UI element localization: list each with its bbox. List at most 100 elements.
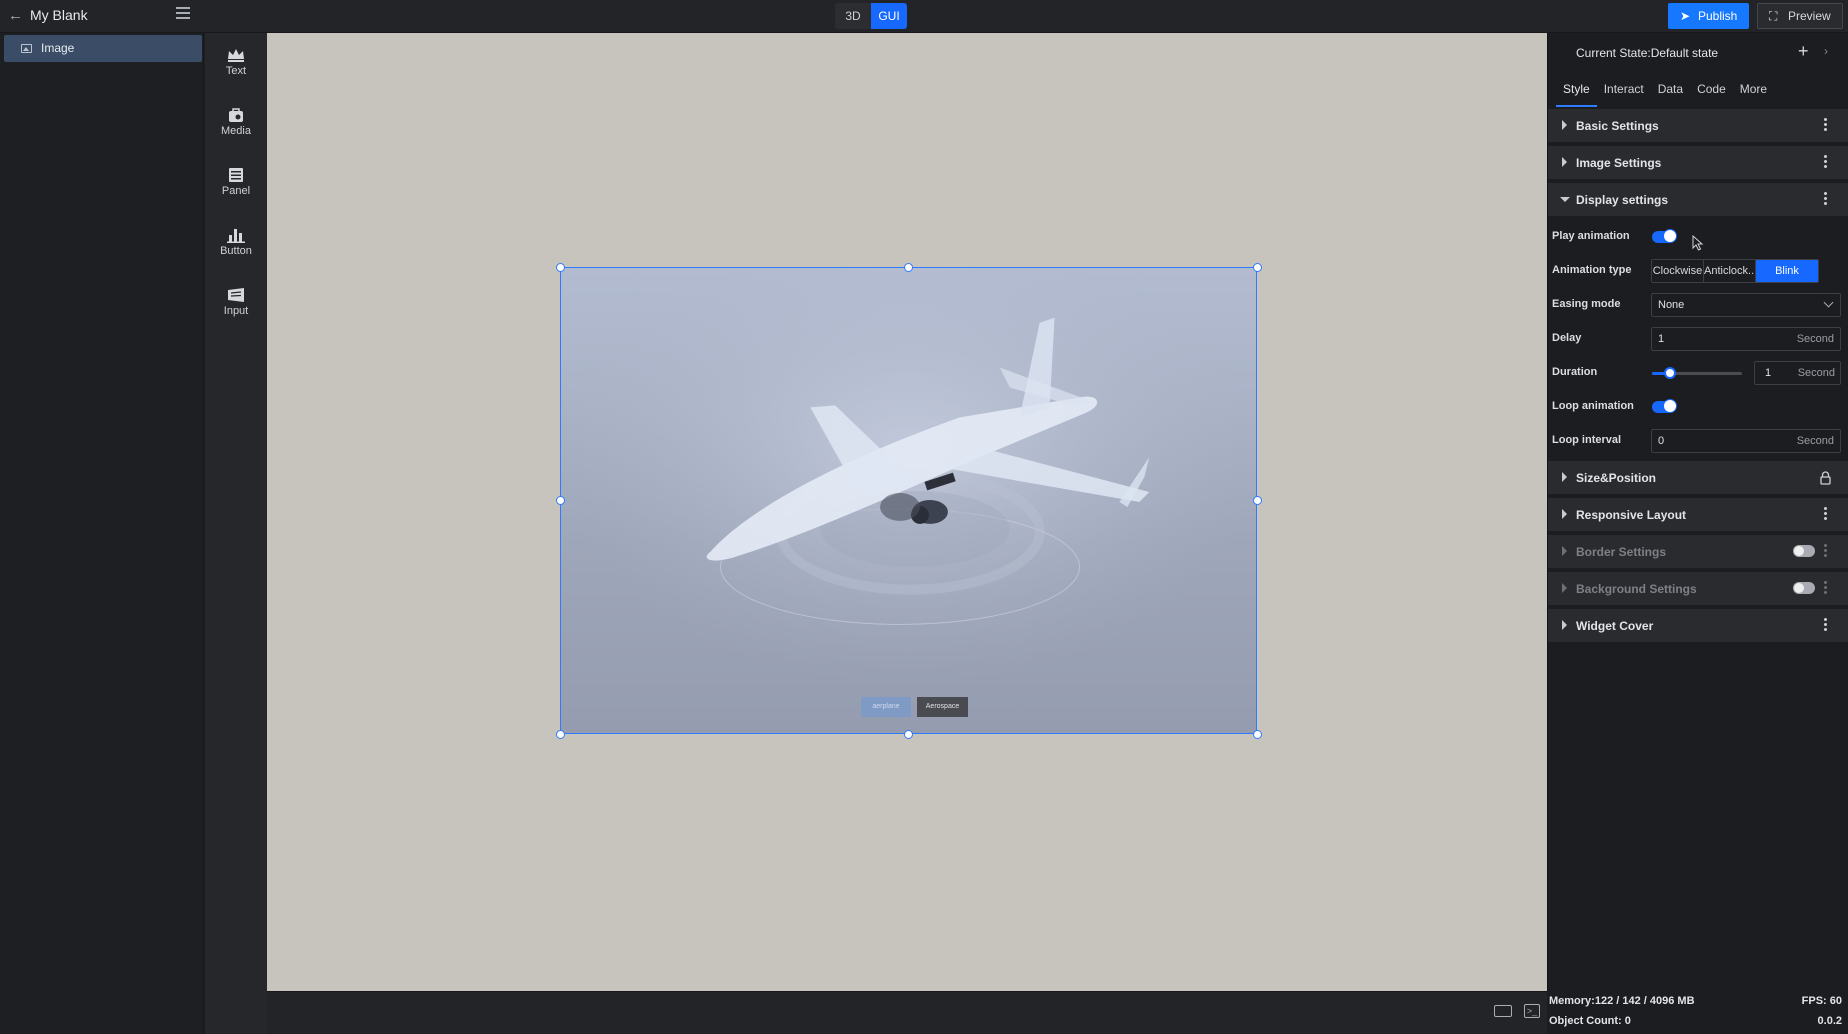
caret-right-icon [1562, 583, 1567, 593]
loop-interval-value: 0 [1658, 435, 1665, 447]
loop-animation-toggle[interactable] [1652, 400, 1676, 413]
resize-handle-left[interactable] [556, 496, 565, 505]
row-animation-type: Animation type Clockwise Anticlock... Bl… [1548, 256, 1848, 286]
widget-button[interactable]: Button [205, 213, 267, 265]
fullscreen-icon: ⛶ [1769, 9, 1778, 23]
mode-3d-button[interactable]: 3D [835, 3, 871, 29]
row-duration: Duration 1 Second [1548, 358, 1848, 388]
more-vertical-icon[interactable] [1824, 118, 1828, 134]
play-animation-toggle[interactable] [1652, 230, 1676, 243]
loop-interval-input[interactable]: 0 Second [1651, 429, 1841, 453]
resize-handle-bottom-right[interactable] [1253, 730, 1262, 739]
memory-readout: Memory:122 / 142 / 4096 MB [1549, 995, 1695, 1007]
section-label: Size&Position [1576, 471, 1657, 485]
animation-type-blink[interactable]: Blink [1756, 260, 1818, 282]
object-count: Object Count: 0 [1549, 1015, 1631, 1027]
delay-input[interactable]: 1 Second [1651, 327, 1841, 351]
widget-panel[interactable]: Panel [205, 153, 267, 205]
tab-style[interactable]: Style [1556, 79, 1597, 107]
plus-icon[interactable]: + [1798, 41, 1809, 62]
image-icon [21, 44, 32, 53]
widget-text[interactable]: Text [205, 33, 267, 85]
more-vertical-icon[interactable] [1824, 155, 1828, 171]
resize-handle-bottom-left[interactable] [556, 730, 565, 739]
widget-input[interactable]: Input [205, 273, 267, 325]
loop-interval-label: Loop interval [1552, 434, 1622, 446]
animation-type-anticlockwise[interactable]: Anticlock... [1704, 260, 1756, 282]
mode-gui-button[interactable]: GUI [871, 3, 907, 29]
layer-item-image[interactable]: Image [4, 35, 202, 62]
section-label: Widget Cover [1576, 619, 1654, 633]
caret-right-icon [1562, 509, 1567, 519]
row-easing-mode: Easing mode None [1548, 290, 1848, 320]
section-responsive-layout[interactable]: Responsive Layout [1548, 497, 1848, 531]
duration-slider-knob[interactable] [1664, 367, 1676, 379]
delay-value: 1 [1658, 333, 1665, 345]
image-button-aerospace[interactable]: Aerospace [917, 697, 968, 717]
background-settings-toggle[interactable] [1793, 582, 1815, 594]
more-vertical-icon[interactable] [1824, 544, 1828, 560]
terminal-icon[interactable]: >_ [1524, 1004, 1540, 1018]
tab-data[interactable]: Data [1651, 79, 1690, 107]
widget-label: Input [223, 305, 249, 317]
tab-code[interactable]: Code [1690, 79, 1733, 107]
image-widget[interactable] [560, 267, 1257, 734]
preview-button[interactable]: ⛶ Preview [1757, 3, 1843, 29]
more-vertical-icon[interactable] [1824, 581, 1828, 597]
section-label: Responsive Layout [1576, 508, 1687, 522]
caret-right-icon [1562, 546, 1567, 556]
fps-readout: FPS: 60 [1801, 995, 1842, 1007]
section-size-position[interactable]: Size&Position [1548, 460, 1848, 494]
resize-handle-right[interactable] [1253, 496, 1262, 505]
mode-toggle: 3D GUI [835, 3, 907, 29]
airplane-image [561, 268, 1256, 733]
section-display-settings[interactable]: Display settings [1548, 182, 1848, 216]
bottom-bar [267, 991, 1547, 1034]
resize-handle-top-left[interactable] [556, 263, 565, 272]
resize-handle-top-right[interactable] [1253, 263, 1262, 272]
paper-plane-icon: ➤ [1680, 9, 1691, 23]
easing-mode-select[interactable]: None [1651, 293, 1841, 317]
section-border-settings[interactable]: Border Settings [1548, 534, 1848, 568]
hamburger-menu-icon[interactable] [176, 7, 190, 21]
resize-handle-top[interactable] [904, 263, 913, 272]
publish-button[interactable]: ➤ Publish [1668, 3, 1749, 29]
resize-handle-bottom[interactable] [904, 730, 913, 739]
tab-more[interactable]: More [1733, 79, 1774, 107]
section-background-settings[interactable]: Background Settings [1548, 571, 1848, 605]
section-label: Display settings [1576, 193, 1669, 207]
more-vertical-icon[interactable] [1824, 618, 1828, 634]
lock-icon[interactable] [1820, 471, 1831, 485]
widget-label: Panel [221, 185, 251, 197]
section-basic-settings[interactable]: Basic Settings [1548, 108, 1848, 142]
animation-type-clockwise[interactable]: Clockwise [1652, 260, 1704, 282]
caret-right-icon [1562, 120, 1567, 130]
widget-toolbar: Text Media Panel Button Input [205, 33, 267, 1034]
keyboard-icon[interactable] [1494, 1005, 1512, 1017]
section-image-settings[interactable]: Image Settings [1548, 145, 1848, 179]
widget-media[interactable]: Media [205, 93, 267, 145]
image-button-aerplane[interactable]: aerplane [861, 697, 911, 717]
chevron-right-icon[interactable]: › [1824, 44, 1828, 58]
border-settings-toggle[interactable] [1793, 545, 1815, 557]
caret-down-icon [1560, 197, 1570, 202]
widget-label: Media [221, 125, 251, 137]
more-vertical-icon[interactable] [1824, 507, 1828, 523]
section-widget-cover[interactable]: Widget Cover [1548, 608, 1848, 642]
caret-right-icon [1562, 472, 1567, 482]
crown-icon [226, 47, 246, 63]
chevron-down-icon [1823, 297, 1834, 308]
layer-label: Image [41, 41, 75, 55]
back-arrow-icon[interactable]: ← [8, 8, 24, 24]
duration-value: 1 [1765, 367, 1772, 379]
version-label: 0.0.2 [1817, 1015, 1842, 1027]
section-label: Border Settings [1576, 545, 1667, 559]
loop-animation-label: Loop animation [1552, 400, 1634, 412]
caret-right-icon [1562, 157, 1567, 167]
duration-slider[interactable] [1652, 367, 1742, 379]
tab-interact[interactable]: Interact [1597, 79, 1651, 107]
duration-input[interactable]: 1 Second [1754, 361, 1841, 385]
section-label: Basic Settings [1576, 119, 1659, 133]
more-vertical-icon[interactable] [1824, 192, 1828, 208]
section-label: Image Settings [1576, 156, 1662, 170]
